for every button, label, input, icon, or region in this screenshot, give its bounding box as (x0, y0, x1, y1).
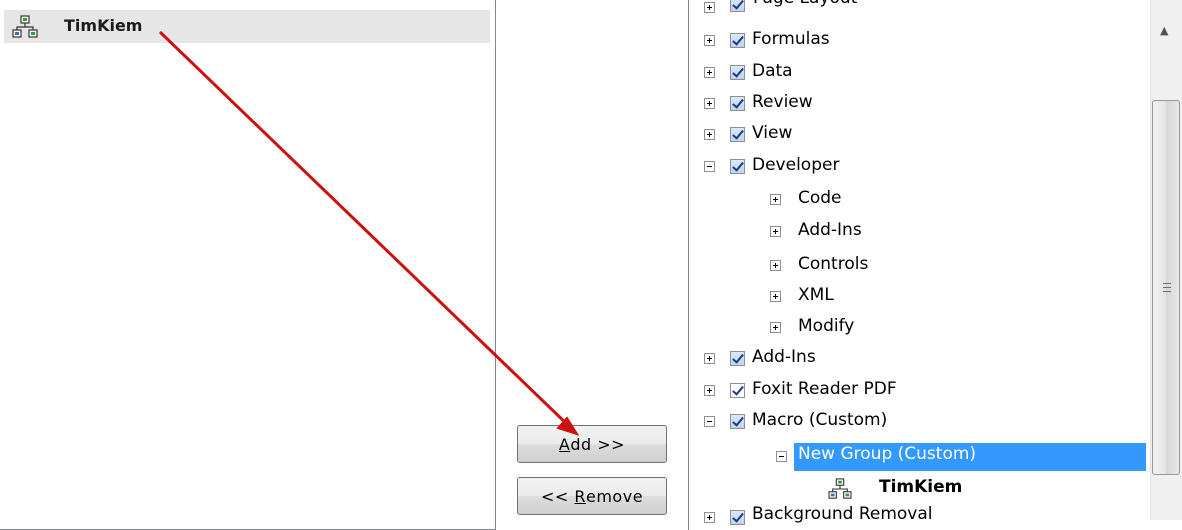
expand-icon[interactable] (704, 2, 715, 13)
expand-icon[interactable] (704, 512, 715, 523)
tree-item-macro-custom[interactable]: Macro (Custom) (752, 410, 887, 430)
tree-item-add-ins[interactable]: Add-Ins (752, 347, 816, 367)
checkbox-review[interactable] (730, 96, 745, 111)
expand-icon[interactable] (770, 226, 781, 237)
expand-icon[interactable] (770, 194, 781, 205)
expand-icon[interactable] (770, 322, 781, 333)
ribbon-tree[interactable]: Page Layout Formulas Data Review View De… (688, 0, 1182, 530)
tree-item-review[interactable]: Review (752, 92, 813, 112)
expand-icon[interactable] (770, 291, 781, 302)
tree-item-modify[interactable]: Modify (798, 316, 854, 336)
checkbox-data[interactable] (730, 65, 745, 80)
checkbox-view[interactable] (730, 127, 745, 142)
remove-button[interactable]: << Remove (517, 477, 667, 515)
checkbox-add-ins[interactable] (730, 351, 745, 366)
checkbox[interactable] (730, 0, 745, 12)
checkbox-developer[interactable] (730, 159, 745, 174)
grip-icon (1163, 291, 1171, 292)
commands-list[interactable]: TimKiem (0, 0, 496, 530)
collapse-icon[interactable] (704, 416, 715, 427)
remove-label: emove (586, 486, 644, 506)
add-accelerator: A (558, 434, 571, 454)
expand-icon[interactable] (704, 67, 715, 78)
grip-icon (1163, 283, 1171, 284)
tree-item-page-layout[interactable]: Page Layout (753, 0, 857, 8)
remove-accelerator: R (574, 486, 586, 506)
tree-item-new-group[interactable]: New Group (Custom) (798, 444, 976, 464)
macro-icon (12, 15, 38, 38)
tree-item-view[interactable]: View (752, 123, 792, 143)
macro-icon (828, 478, 852, 499)
expand-icon[interactable] (704, 129, 715, 140)
checkbox-background-removal[interactable] (730, 510, 745, 525)
expand-icon[interactable] (704, 98, 715, 109)
tree-item-add-ins-group[interactable]: Add-Ins (798, 220, 862, 240)
grip-icon (1163, 287, 1171, 288)
checkbox-formulas[interactable] (730, 33, 745, 48)
tree-item-xml[interactable]: XML (798, 285, 834, 305)
expand-icon[interactable] (704, 35, 715, 46)
tree-item-developer[interactable]: Developer (752, 155, 839, 175)
add-label: dd >> (570, 434, 626, 454)
tree-item-timkiem[interactable]: TimKiem (879, 477, 962, 497)
list-item-label: TimKiem (64, 16, 143, 35)
add-button[interactable]: Add >> (517, 425, 667, 463)
tree-item-code[interactable]: Code (798, 188, 842, 208)
checkbox-macro[interactable] (730, 414, 745, 429)
collapse-icon[interactable] (776, 451, 787, 462)
expand-icon[interactable] (704, 385, 715, 396)
scrollbar-thumb[interactable] (1152, 100, 1180, 475)
checkbox-foxit[interactable] (730, 383, 745, 398)
collapse-icon[interactable] (704, 161, 715, 172)
tree-item-background-removal[interactable]: Background Removal (752, 504, 933, 524)
scroll-up-arrow-icon[interactable]: ▲ (1160, 24, 1168, 37)
expand-icon[interactable] (770, 260, 781, 271)
expand-icon[interactable] (704, 353, 715, 364)
tree-item-foxit[interactable]: Foxit Reader PDF (752, 379, 897, 399)
tree-item-controls[interactable]: Controls (798, 254, 868, 274)
list-item-timkiem[interactable]: TimKiem (4, 10, 490, 43)
tree-item-data[interactable]: Data (752, 61, 793, 81)
remove-prefix: << (540, 486, 575, 506)
tree-item-formulas[interactable]: Formulas (752, 29, 830, 49)
